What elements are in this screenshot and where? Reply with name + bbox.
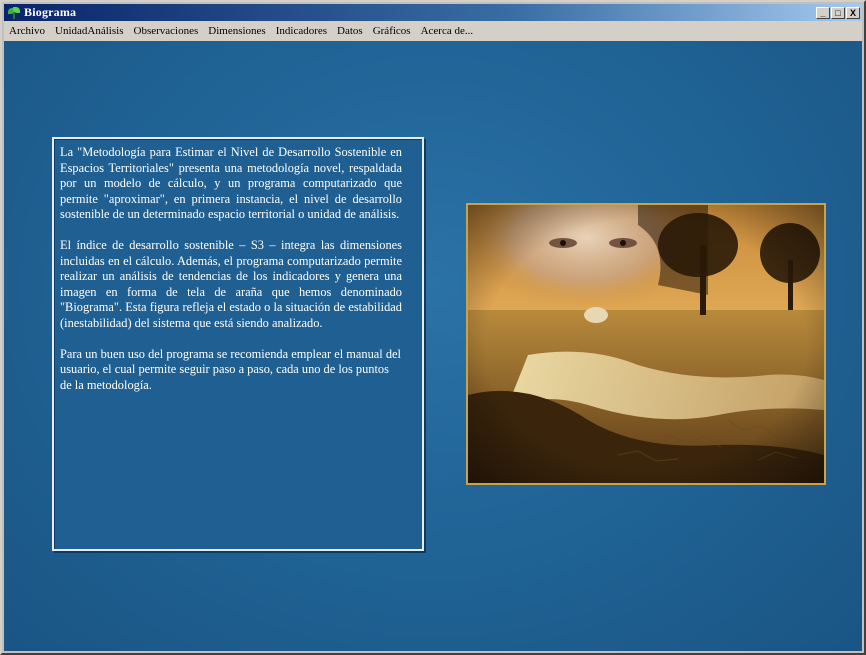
window-controls: _ □ X xyxy=(815,6,860,19)
landscape-image xyxy=(466,203,826,485)
intro-text-panel: La "Metodología para Estimar el Nivel de… xyxy=(52,137,424,551)
intro-paragraph-3: Para un buen uso del programa se recomie… xyxy=(60,346,401,392)
menu-datos[interactable]: Datos xyxy=(332,25,368,37)
title-bar[interactable]: Biograma _ □ X xyxy=(4,4,862,21)
main-content: La "Metodología para Estimar el Nivel de… xyxy=(4,41,862,651)
window-title: Biograma xyxy=(24,5,77,19)
menu-observaciones[interactable]: Observaciones xyxy=(129,25,204,37)
app-window: Biograma _ □ X Archivo UnidadAnálisis Ob… xyxy=(0,0,866,655)
menu-bar: Archivo UnidadAnálisis Observaciones Dim… xyxy=(4,21,862,41)
intro-paragraph-1: La "Metodología para Estimar el Nivel de… xyxy=(60,145,402,222)
menu-unidad-analisis[interactable]: UnidadAnálisis xyxy=(50,25,128,37)
intro-paragraph-2: El índice de desarrollo sostenible – S3 … xyxy=(60,237,402,330)
menu-dimensiones[interactable]: Dimensiones xyxy=(203,25,270,37)
menu-graficos[interactable]: Gráficos xyxy=(368,25,416,37)
close-button[interactable]: X xyxy=(846,6,860,19)
menu-indicadores[interactable]: Indicadores xyxy=(271,25,332,37)
minimize-button[interactable]: _ xyxy=(816,6,830,19)
menu-acerca-de[interactable]: Acerca de... xyxy=(416,25,479,37)
leaf-icon xyxy=(8,6,20,19)
maximize-button[interactable]: □ xyxy=(831,6,845,19)
landscape-illustration xyxy=(468,205,824,483)
menu-archivo[interactable]: Archivo xyxy=(4,25,50,37)
